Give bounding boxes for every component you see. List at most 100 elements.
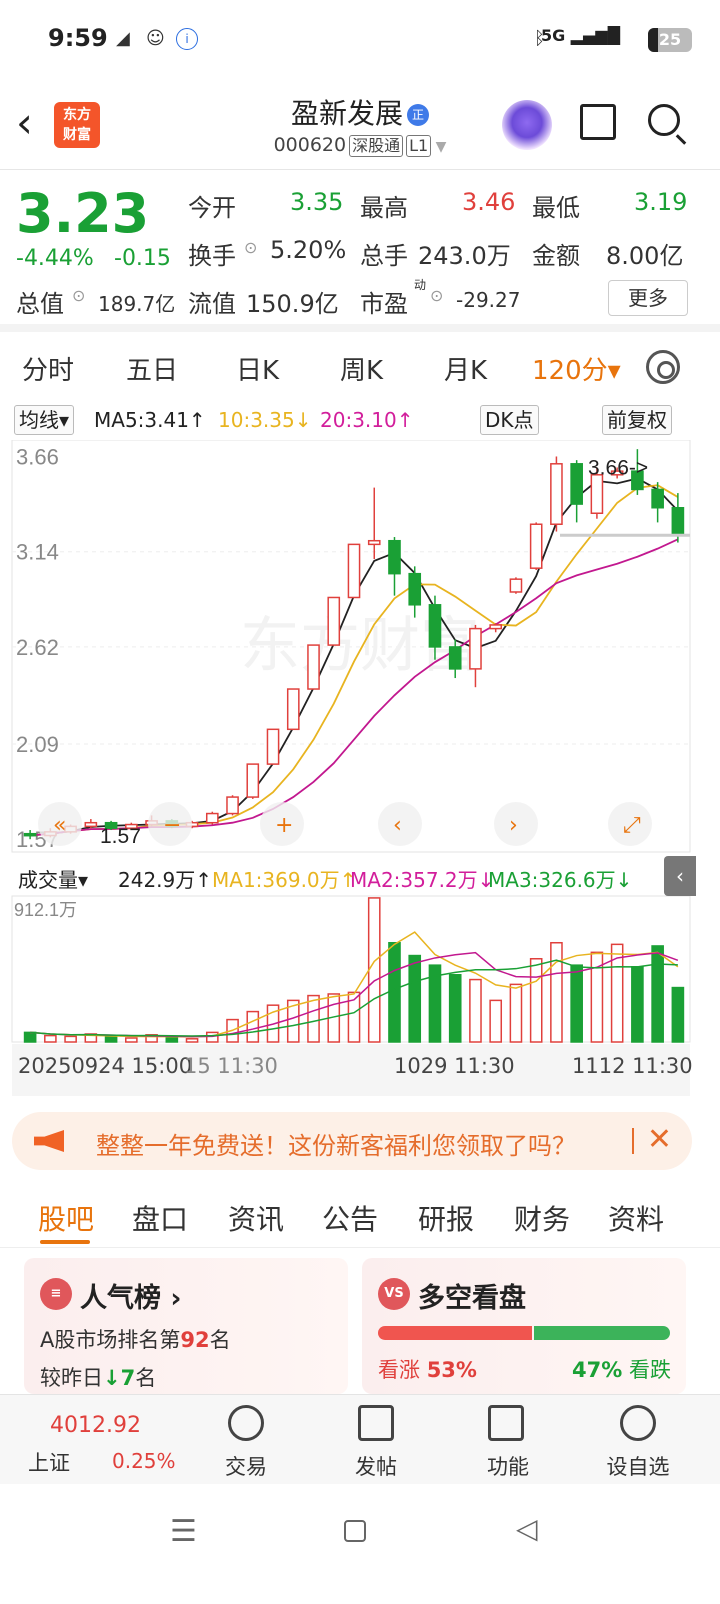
volume-bar (125, 1037, 138, 1043)
watchlist-icon[interactable] (620, 1405, 656, 1441)
function-icon[interactable] (488, 1405, 524, 1441)
bear-bar (534, 1326, 670, 1340)
float-label: 流值 (188, 290, 236, 318)
index-name[interactable]: 上证 (28, 1447, 70, 1477)
more-button[interactable]: 更多 (608, 280, 688, 316)
ai-assistant-icon[interactable] (502, 100, 552, 150)
trade-icon[interactable] (228, 1405, 264, 1441)
volume-label: 总手 (360, 242, 408, 270)
battery-icon: 25 (648, 28, 692, 52)
tab-monthly[interactable]: 月K (444, 350, 487, 387)
index-value[interactable]: 4012.92 (50, 1413, 141, 1438)
tab-announcements[interactable]: 公告 (322, 1198, 378, 1238)
open-label: 今开 (188, 194, 236, 222)
promo-banner[interactable]: 整整一年免费送！这份新客福利您领取了吗？ ✕ (12, 1112, 692, 1170)
current-price: 3.23 (16, 182, 150, 245)
tab-intraday[interactable]: 分时 (22, 350, 74, 387)
tab-pankou[interactable]: 盘口 (132, 1198, 188, 1238)
volume-indicator-select[interactable]: 成交量▾ (18, 864, 88, 893)
candle-body (428, 604, 442, 648)
megaphone-icon (34, 1130, 64, 1152)
collapse-icon[interactable]: ‹ (664, 856, 696, 896)
chart-nav-icon: « (53, 813, 66, 838)
vs-icon: VS (378, 1278, 410, 1310)
zheng-badge-icon: 正 (407, 104, 429, 126)
tab-120min[interactable]: 120分▾ (532, 350, 621, 387)
volume-bar (469, 978, 482, 1043)
bull-label: 看涨 53% (378, 1358, 477, 1382)
volume-bar (570, 964, 583, 1043)
x-label: 1112 11:30 (572, 1054, 693, 1078)
quote-panel: 3.23 -4.44% -0.15 今开 3.35 最高 3.46 最低 3.1… (0, 172, 720, 332)
chart-nav-icon: + (275, 813, 293, 838)
active-tab-underline (40, 1240, 90, 1244)
indicator-select[interactable]: 均线▾ (14, 405, 75, 435)
tab-finance[interactable]: 财务 (514, 1198, 570, 1238)
index-change[interactable]: 0.25% (112, 1449, 176, 1473)
candle-body (327, 596, 341, 646)
kline-chart[interactable]: 东方财富3.663.142.622.091.573.66->1.57« − + ‹ › ⤢… (0, 440, 720, 1100)
menu-icon[interactable]: ☰ (170, 1514, 197, 1549)
y-tick-label: 2.09 (16, 732, 59, 757)
gear-icon[interactable] (646, 350, 680, 384)
candle-body (266, 728, 280, 765)
volume-legend: 成交量▾ 242.9万↑ MA1:369.0万↑ MA2:357.2万↓ MA3… (0, 856, 720, 896)
volume-bar (448, 974, 462, 1043)
tab-guba[interactable]: 股吧 (38, 1198, 94, 1238)
volume-bar (44, 1034, 57, 1043)
function-label[interactable]: 功能 (468, 1451, 548, 1481)
ma10-value: 10:3.35↓ (218, 408, 312, 432)
bull-bar (378, 1326, 532, 1340)
tab-daily[interactable]: 日K (236, 350, 279, 387)
low-marker-label: 1.57 (100, 825, 141, 848)
candle-body (529, 523, 543, 569)
home-icon[interactable] (344, 1520, 366, 1542)
vol-ma3: MA3:326.6万↓ (488, 868, 633, 892)
chart-nav-icon: › (509, 813, 518, 838)
volume-bar (408, 954, 422, 1043)
bull-bear-card[interactable]: VS 多空看盘 看涨 53% 47% 看跌 (362, 1258, 686, 1394)
tab-profile[interactable]: 资料 (608, 1198, 664, 1238)
candle-body (509, 578, 523, 593)
vol-ma1: MA1:369.0万↑ (212, 868, 357, 892)
amount-value: 8.00亿 (606, 242, 684, 270)
post-icon[interactable] (358, 1405, 394, 1441)
trade-label[interactable]: 交易 (206, 1451, 286, 1481)
app-notification-icon: ◢ (116, 28, 130, 49)
tab-5day[interactable]: 五日 (126, 350, 178, 387)
candle-body (84, 821, 98, 828)
dk-point-button[interactable]: DK点 (480, 405, 539, 435)
dropdown-icon[interactable]: ▼ (431, 139, 447, 155)
candle-body (448, 646, 462, 670)
open-value: 3.35 (290, 188, 344, 216)
float-value: 150.9亿 (246, 290, 339, 318)
volume-value: 242.9万↑ (118, 868, 213, 892)
watchlist-label[interactable]: 设自选 (598, 1451, 678, 1481)
x-label: 1029 11:30 (394, 1054, 515, 1078)
candle-body (205, 812, 219, 824)
search-icon[interactable] (648, 104, 680, 136)
info-icon[interactable]: ⊙ (72, 286, 85, 305)
candle-body (347, 543, 361, 599)
turnover-label: 换手 (188, 242, 236, 270)
volume-bar (671, 986, 685, 1043)
back-nav-icon[interactable]: ◁ (516, 1512, 538, 1545)
volume-bar (550, 941, 563, 1043)
sz-connect-tag: 深股通 (349, 135, 404, 157)
volume-bar (631, 966, 644, 1043)
volume-bar (185, 1038, 199, 1043)
post-label[interactable]: 发帖 (336, 1451, 416, 1481)
tab-research[interactable]: 研报 (418, 1198, 474, 1238)
chart-nav-icon: − (163, 813, 181, 838)
period-tabs: 分时 五日 日K 周K 月K 120分▾ (0, 340, 720, 396)
volume-bar (104, 1036, 118, 1043)
info-icon[interactable]: ⊙ (244, 238, 257, 257)
share-icon[interactable] (580, 104, 616, 140)
adjust-button[interactable]: 前复权 (602, 405, 672, 435)
info-icon[interactable]: ⊙ (430, 286, 443, 305)
popularity-card[interactable]: ≡ 人气榜 › A股市场排名第92名 较昨日↓7名 (24, 1258, 348, 1394)
tab-news[interactable]: 资讯 (228, 1198, 284, 1238)
close-icon[interactable]: ✕ (647, 1122, 672, 1157)
tab-weekly[interactable]: 周K (340, 350, 383, 387)
candle-body (671, 507, 685, 536)
